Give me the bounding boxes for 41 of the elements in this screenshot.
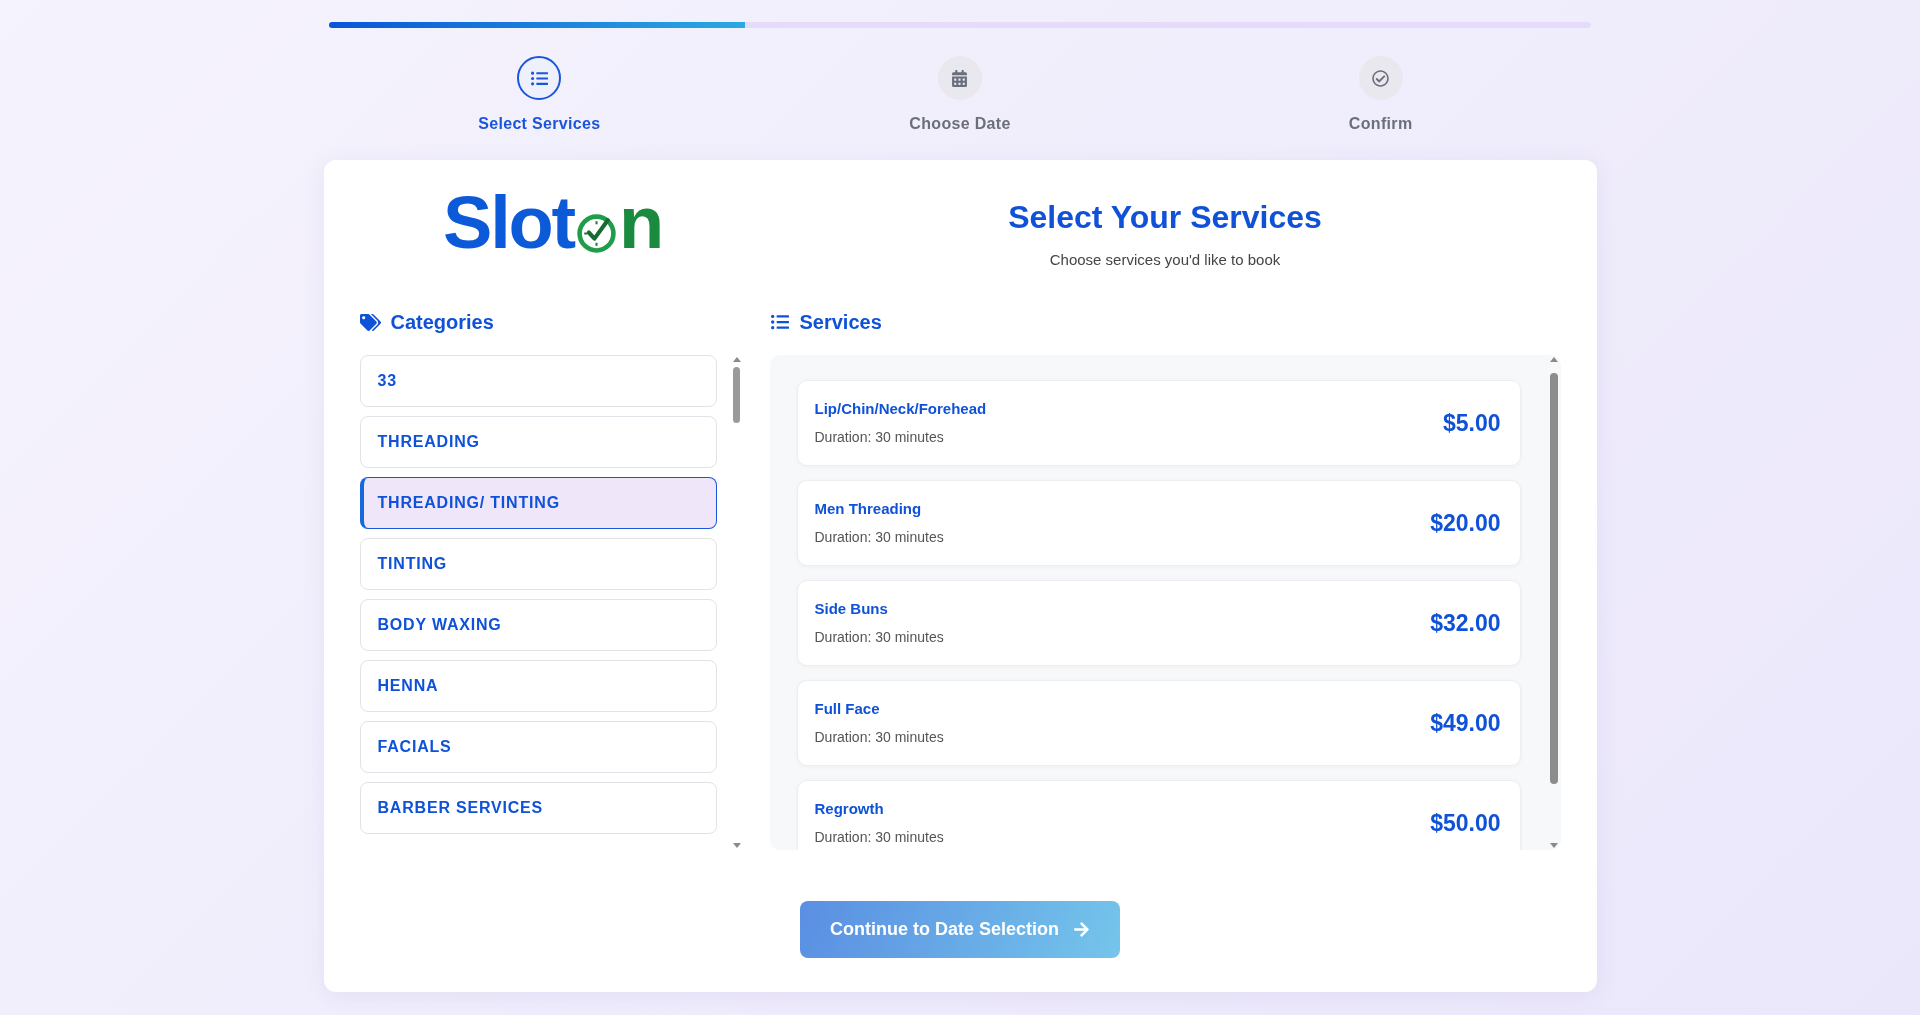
logo-text: Slot <box>443 193 574 253</box>
category-item[interactable]: 33 <box>359 355 717 407</box>
step-label: Select Services <box>478 114 601 134</box>
arrow-right-icon <box>1073 921 1090 938</box>
category-item[interactable]: THREADING/ TINTING <box>359 477 717 529</box>
service-name: Full Face <box>814 699 881 719</box>
category-item[interactable]: BARBER SERVICES <box>359 782 717 834</box>
service-name: Lip/Chin/Neck/Forehead <box>814 399 987 419</box>
service-price: $5.00 <box>1442 409 1501 437</box>
service-card[interactable]: Lip/Chin/Neck/Forehead Duration: 30 minutes $5.00 <box>796 380 1521 466</box>
service-card[interactable]: Side Buns Duration: 30 minutes $32.00 <box>796 580 1521 666</box>
service-duration: Duration: 30 minutes <box>814 828 944 847</box>
page-subtitle: Choose services you'd like to book <box>1049 250 1281 270</box>
service-price: $49.00 <box>1430 709 1501 737</box>
category-item[interactable]: TINTING <box>359 538 717 590</box>
service-name: Men Threading <box>814 499 923 519</box>
service-card[interactable]: Men Threading Duration: 30 minutes $20.00 <box>796 480 1521 566</box>
service-card[interactable]: Regrowth Duration: 30 minutes $50.00 <box>796 780 1521 850</box>
clock-check-icon <box>575 212 617 253</box>
page-title: Select Your Services <box>1008 198 1322 236</box>
service-price: $20.00 <box>1430 509 1501 537</box>
step-label: Choose Date <box>909 114 1011 134</box>
service-duration: Duration: 30 minutes <box>814 728 944 747</box>
category-item[interactable]: BODY WAXING <box>359 599 717 651</box>
logo-text: n <box>618 193 662 253</box>
service-duration: Duration: 30 minutes <box>814 628 944 647</box>
service-card[interactable]: Full Face Duration: 30 minutes $49.00 <box>796 680 1521 766</box>
service-name: Regrowth <box>814 799 885 819</box>
service-price: $32.00 <box>1430 609 1501 637</box>
tags-icon <box>359 312 381 332</box>
service-duration: Duration: 30 minutes <box>814 528 944 547</box>
service-name: Side Buns <box>814 599 889 619</box>
list-icon <box>769 313 790 331</box>
step-label: Confirm <box>1348 114 1413 134</box>
category-item[interactable]: THREADING <box>359 416 717 468</box>
category-item[interactable]: FACIALS <box>359 721 717 773</box>
category-item[interactable]: HENNA <box>359 660 717 712</box>
service-duration: Duration: 30 minutes <box>814 428 945 447</box>
section-heading: Categories <box>390 310 494 335</box>
section-heading: Services <box>799 310 882 335</box>
service-price: $50.00 <box>1430 809 1501 837</box>
